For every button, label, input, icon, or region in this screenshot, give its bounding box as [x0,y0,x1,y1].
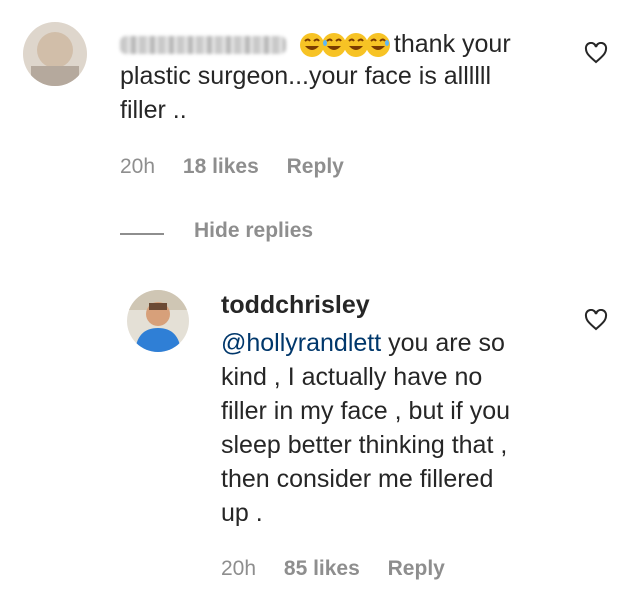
mention-link[interactable]: @hollyrandlett [221,329,381,357]
like-heart-icon[interactable] [584,41,608,69]
comment-text-line: filler .. [120,96,187,124]
hide-replies-button[interactable]: Hide replies [194,219,313,243]
comment-meta: 20h 18 likes Reply [120,155,366,179]
comment-text-start: thank your [393,30,511,58]
comment-time: 20h [120,155,156,178]
laughing-emoji-icon [365,33,390,58]
comment-text-line: plastic surgeon...your face is allllll [120,62,491,90]
like-heart-icon[interactable] [584,308,608,336]
reply-likes[interactable]: 85 likes [284,557,360,580]
reply-text-line: filler in my face , but if you [221,397,511,425]
hide-replies-line [120,233,164,235]
reply-text-line: up . [221,499,263,527]
reply-reply-button[interactable]: Reply [388,557,445,580]
reply-text-line: kind , I actually have no [221,363,483,391]
reply-username[interactable]: toddchrisley [221,291,370,320]
reply-text-line: then consider me fillered [221,465,494,493]
comment-first-line: thank your [120,27,511,61]
laughing-emojis [299,30,394,58]
reply-meta: 20h 85 likes Reply [221,557,467,581]
blurred-username[interactable] [120,36,286,55]
comment-reply-button[interactable]: Reply [287,155,344,178]
commenter-avatar[interactable] [23,22,87,86]
reply-first-line: @hollyrandlett you are so [221,326,505,360]
comment-likes[interactable]: 18 likes [183,155,259,178]
reply-avatar[interactable] [127,290,189,352]
reply-text-line: sleep better thinking that , [221,431,508,459]
reply-text-start: you are so [381,329,505,357]
reply-time: 20h [221,557,257,580]
